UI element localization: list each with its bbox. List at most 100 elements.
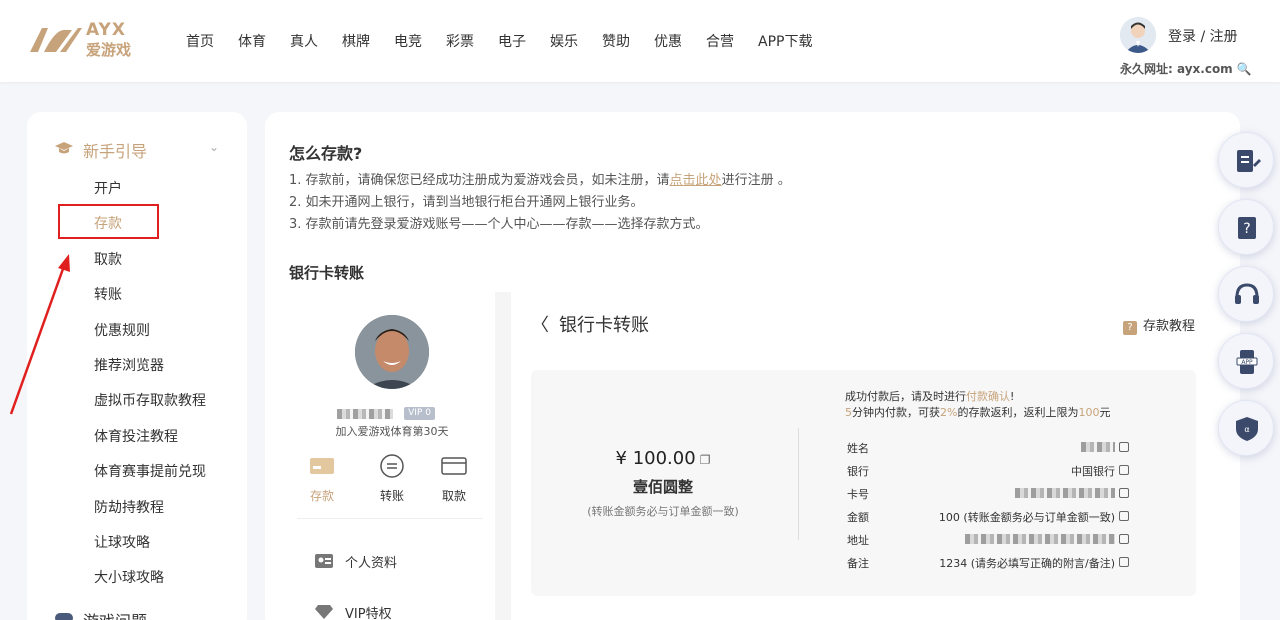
copy-icon[interactable] bbox=[1119, 442, 1129, 452]
sidebar-item-browser[interactable]: 推荐浏览器 bbox=[94, 355, 206, 390]
main-nav: 首页 体育 真人 棋牌 电竞 彩票 电子 娱乐 赞助 优惠 合营 APP下载 bbox=[186, 31, 836, 51]
copy-icon[interactable] bbox=[1119, 534, 1129, 544]
mock-menu-vip[interactable]: VIP特权 bbox=[315, 603, 485, 620]
card-title: 〈银行卡转账 bbox=[531, 311, 649, 337]
mock-separator bbox=[495, 292, 511, 620]
nav-home[interactable]: 首页 bbox=[186, 31, 214, 51]
sidebar-item-sports-betting[interactable]: 体育投注教程 bbox=[94, 426, 206, 461]
login-register-link[interactable]: 登录 / 注册 bbox=[1168, 26, 1238, 46]
mock-op-withdraw[interactable]: 取款 bbox=[429, 453, 479, 504]
copy-icon[interactable] bbox=[1119, 488, 1129, 498]
shield-icon: α bbox=[1236, 417, 1258, 441]
mock-menu-profile[interactable]: 个人资料 bbox=[315, 552, 485, 572]
vip-badge: VIP 0 bbox=[404, 407, 435, 420]
gamepad-icon bbox=[55, 613, 73, 620]
copy-icon[interactable]: ❐ bbox=[700, 453, 711, 467]
blurred-name bbox=[337, 408, 393, 419]
nav-slots[interactable]: 电子 bbox=[498, 31, 526, 51]
nav-promotions[interactable]: 优惠 bbox=[654, 31, 682, 51]
back-arrow-icon[interactable]: 〈 bbox=[531, 311, 549, 337]
search-icon: 🔍 bbox=[1232, 62, 1252, 76]
float-support-button[interactable] bbox=[1218, 266, 1274, 322]
deposit-steps: 1. 存款前，请确保您已经成功注册成为爱游戏会员，如未注册，请点击此处进行注册 … bbox=[289, 170, 791, 236]
svg-text:APP: APP bbox=[1241, 359, 1253, 366]
field-card-number: 卡号 bbox=[847, 486, 1129, 504]
permanent-url: 永久网址: ayx.com 🔍 bbox=[1120, 62, 1252, 76]
field-remark: 备注 1234 (请务必填写正确的附言/备注) bbox=[847, 555, 1129, 573]
nav-chess[interactable]: 棋牌 bbox=[342, 31, 370, 51]
register-link[interactable]: 点击此处 bbox=[670, 173, 722, 188]
mock-profile-panel: VIP 0 加入爱游戏体育第30天 存款 转账 取款 个人资料 VIP特权 bbox=[297, 295, 497, 620]
float-shield-button[interactable]: α bbox=[1218, 400, 1274, 456]
help-book-icon: ? bbox=[1238, 217, 1256, 239]
panel-divider bbox=[798, 428, 799, 540]
float-edit-button[interactable] bbox=[1218, 132, 1274, 188]
avatar[interactable] bbox=[1120, 17, 1156, 53]
tutorial-link[interactable]: ? 存款教程 bbox=[1123, 315, 1195, 335]
headset-icon bbox=[1235, 283, 1259, 304]
float-help-button[interactable]: ? bbox=[1218, 199, 1274, 255]
nav-sports[interactable]: 体育 bbox=[238, 31, 266, 51]
sidebar-list: 开户 存款 取款 转账 优惠规则 推荐浏览器 虚拟币存取款教程 体育投注教程 体… bbox=[94, 178, 206, 603]
float-app-button[interactable]: APP bbox=[1218, 333, 1274, 389]
player-photo-icon bbox=[355, 315, 429, 389]
field-bank: 银行 中国银行 bbox=[847, 463, 1129, 481]
sidebar-section2-title: 游戏问题 bbox=[83, 608, 147, 620]
copy-icon[interactable] bbox=[1119, 557, 1129, 567]
amount-chinese: 壹佰圆整 bbox=[632, 478, 693, 496]
amount: ¥ 100.00 ❐ bbox=[615, 448, 711, 469]
sidebar-item-crypto[interactable]: 虚拟币存取款教程 bbox=[94, 390, 206, 425]
main-content: 怎么存款? 1. 存款前，请确保您已经成功注册成为爱游戏会员，如未注册，请点击此… bbox=[265, 112, 1240, 620]
sidebar-item-anti-hijack[interactable]: 防劫持教程 bbox=[94, 497, 206, 532]
mock-op-transfer[interactable]: 转账 bbox=[367, 453, 417, 504]
field-name: 姓名 bbox=[847, 440, 1129, 458]
page-title: 怎么存款? bbox=[289, 144, 363, 163]
user-avatar-icon bbox=[1120, 17, 1156, 53]
nav-partner[interactable]: 合营 bbox=[706, 31, 734, 51]
id-card-icon bbox=[315, 554, 333, 568]
field-amount: 金额 100 (转账金额务必与订单金额一致) bbox=[847, 509, 1129, 527]
tip-confirm: 成功付款后，请及时进行付款确认! bbox=[845, 390, 1015, 403]
mock-avatar bbox=[355, 315, 429, 389]
copy-icon[interactable] bbox=[1119, 465, 1129, 475]
card-gold-icon bbox=[310, 458, 334, 474]
step-2: 2. 如未开通网上银行，请到当地银行柜台开通网上银行业务。 bbox=[289, 195, 644, 210]
nav-sponsor[interactable]: 赞助 bbox=[602, 31, 630, 51]
nav-app-download[interactable]: APP下载 bbox=[758, 31, 812, 51]
section-subtitle: 银行卡转账 bbox=[289, 264, 365, 282]
bank-transfer-card: 〈银行卡转账 ? 存款教程 ¥ 100.00 ❐ 壹佰圆整 (转账金额务必与订单金额… bbox=[511, 295, 1240, 620]
app-icon: APP bbox=[1236, 350, 1258, 374]
nav-entertainment[interactable]: 娱乐 bbox=[550, 31, 578, 51]
edit-icon bbox=[1237, 150, 1261, 172]
field-address: 地址 bbox=[847, 532, 1129, 550]
copy-icon[interactable] bbox=[1119, 511, 1129, 521]
sidebar-item-handicap[interactable]: 让球攻略 bbox=[94, 532, 206, 567]
question-icon: ? bbox=[1123, 321, 1137, 335]
amount-note: (转账金额务必与订单金额一致) bbox=[587, 505, 739, 518]
annotation-arrow-icon bbox=[9, 254, 70, 415]
step-1: 1. 存款前，请确保您已经成功注册成为爱游戏会员，如未注册，请点击此处进行注册 … bbox=[289, 173, 791, 188]
header: AYX 爱游戏 首页 体育 真人 棋牌 电竞 彩票 电子 娱乐 赞助 优惠 合营… bbox=[0, 0, 1280, 82]
transfer-panel: ¥ 100.00 ❐ 壹佰圆整 (转账金额务必与订单金额一致) 成功付款后，请及时… bbox=[531, 370, 1196, 596]
sidebar-item-cashout[interactable]: 体育赛事提前兑现 bbox=[94, 461, 206, 496]
tip-rebate: 5分钟内付款，可获2%的存款返利，返利上限为100元 bbox=[845, 406, 1111, 419]
mock-username: VIP 0 bbox=[337, 403, 457, 420]
sidebar-item-promo-rules[interactable]: 优惠规则 bbox=[94, 320, 206, 355]
mock-join-days: 加入爱游戏体育第30天 bbox=[335, 425, 449, 438]
transfer-icon bbox=[380, 454, 404, 478]
sidebar-section-game-issues[interactable]: 游戏问题 bbox=[55, 608, 225, 620]
sidebar-item-transfer[interactable]: 转账 bbox=[94, 284, 206, 319]
diamond-icon bbox=[315, 605, 333, 619]
svg-text:α: α bbox=[1244, 425, 1249, 434]
nav-esports[interactable]: 电竞 bbox=[394, 31, 422, 51]
nav-lottery[interactable]: 彩票 bbox=[446, 31, 474, 51]
sidebar-item-withdraw[interactable]: 取款 bbox=[94, 249, 206, 284]
sidebar-item-over-under[interactable]: 大小球攻略 bbox=[94, 567, 206, 602]
svg-text:?: ? bbox=[1243, 221, 1250, 237]
mock-divider bbox=[297, 518, 483, 519]
card-icon bbox=[441, 457, 467, 475]
nav-live[interactable]: 真人 bbox=[290, 31, 318, 51]
mock-op-deposit[interactable]: 存款 bbox=[297, 453, 347, 504]
mock-ops: 存款 转账 取款 bbox=[297, 453, 487, 505]
step-3: 3. 存款前请先登录爱游戏账号——个人中心——存款——选择存款方式。 bbox=[289, 217, 709, 232]
